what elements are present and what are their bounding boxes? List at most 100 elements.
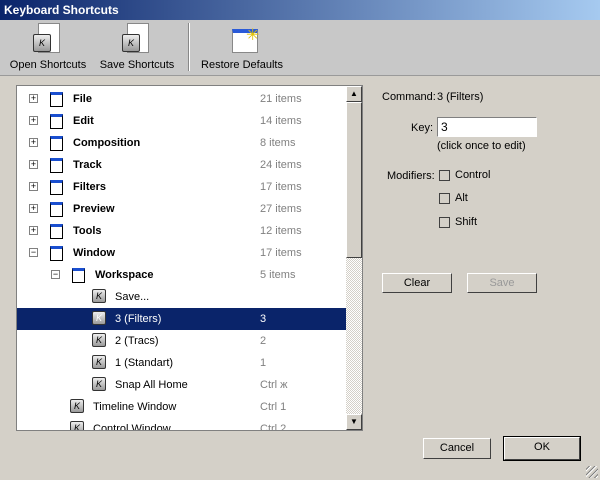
folder-book-icon bbox=[50, 158, 63, 173]
control-label: Control bbox=[455, 169, 491, 181]
tree-row-value: Ctrl ж bbox=[260, 379, 288, 391]
tree-command-row[interactable]: K Control Window Ctrl 2 bbox=[17, 418, 347, 431]
tree-row-label: Edit bbox=[73, 115, 94, 127]
key-icon: K bbox=[92, 377, 106, 391]
tree-row-label: 1 (Standart) bbox=[115, 357, 174, 369]
folder-book-icon bbox=[50, 92, 63, 107]
tree-row-label: 3 (Filters) bbox=[115, 313, 162, 325]
modifiers-label: Modifiers: bbox=[387, 170, 435, 182]
expand-icon[interactable]: + bbox=[29, 226, 38, 235]
key-icon: K bbox=[92, 355, 106, 369]
tree-row-label: Window bbox=[73, 247, 116, 259]
key-icon: K bbox=[92, 333, 106, 347]
restore-icon: ✳ bbox=[226, 23, 259, 57]
folder-book-icon bbox=[50, 114, 63, 129]
key-icon: K bbox=[92, 311, 106, 325]
tree-row-label: Workspace bbox=[95, 269, 154, 281]
shortcut-tree[interactable]: K Control Window Ctrl 2 K Timeline Window Ctr… bbox=[16, 85, 363, 431]
tree-row-label: Preview bbox=[73, 203, 115, 215]
tree-row-value: 24 items bbox=[260, 159, 302, 171]
tree-row-label: Control Window bbox=[93, 423, 171, 431]
tree-row-value: 12 items bbox=[260, 225, 302, 237]
collapse-icon[interactable]: − bbox=[51, 270, 60, 279]
tree-command-row[interactable]: K 2 (Tracs) 2 bbox=[17, 330, 347, 352]
tree-row-label: 2 (Tracs) bbox=[115, 335, 159, 347]
tree-group-row[interactable]: + Filters 17 items bbox=[17, 176, 347, 198]
tree-group-row[interactable]: + Tools 12 items bbox=[17, 220, 347, 242]
tree-row-value: 27 items bbox=[260, 203, 302, 215]
folder-book-icon bbox=[50, 246, 63, 261]
tree-group-row[interactable]: + Composition 8 items bbox=[17, 132, 347, 154]
tree-row-value: 17 items bbox=[260, 181, 302, 193]
tree-row-label: Timeline Window bbox=[93, 401, 177, 413]
tree-command-row[interactable]: K Save... bbox=[17, 286, 347, 308]
collapse-icon[interactable]: − bbox=[29, 248, 38, 257]
open-shortcuts-label: Open Shortcuts bbox=[9, 59, 87, 71]
tree-group-row[interactable]: − Window 17 items bbox=[17, 242, 347, 264]
tree-group-row[interactable]: + Track 24 items bbox=[17, 154, 347, 176]
expand-icon[interactable]: + bbox=[29, 182, 38, 191]
key-icon: K bbox=[70, 399, 84, 413]
tree-row-label: Snap All Home bbox=[115, 379, 188, 391]
cancel-button[interactable]: Cancel bbox=[423, 438, 491, 459]
tree-row-value: 5 items bbox=[260, 269, 296, 281]
key-input[interactable] bbox=[437, 117, 537, 137]
key-label: Key: bbox=[411, 122, 434, 134]
folder-book-icon bbox=[50, 224, 63, 239]
expand-icon[interactable]: + bbox=[29, 94, 38, 103]
folder-book-icon bbox=[72, 268, 85, 283]
document-icon: K bbox=[122, 23, 149, 53]
resize-grip[interactable] bbox=[586, 466, 598, 478]
tree-row-label: Track bbox=[73, 159, 102, 171]
tree-row-value: Ctrl 2 bbox=[260, 423, 287, 431]
clear-button[interactable]: Clear bbox=[382, 273, 452, 293]
tree-row-value: 17 items bbox=[260, 247, 302, 259]
tree-command-row[interactable]: K Timeline Window Ctrl 1 bbox=[17, 396, 347, 418]
tree-row-label: Save... bbox=[115, 291, 150, 303]
save-button[interactable]: Save bbox=[467, 273, 537, 293]
ok-button[interactable]: OK bbox=[503, 436, 581, 461]
open-shortcuts-button[interactable]: K Open Shortcuts bbox=[8, 23, 88, 71]
key-icon: K bbox=[70, 421, 84, 430]
toolbar: K Open Shortcuts K Save Shortcuts ✳ Rest… bbox=[0, 20, 600, 76]
tree-command-row[interactable]: K 3 (Filters) 3 bbox=[17, 308, 347, 330]
tree-row-value: 2 bbox=[260, 335, 267, 347]
expand-icon[interactable]: + bbox=[29, 138, 38, 147]
tree-row-value: 14 items bbox=[260, 115, 302, 127]
save-shortcuts-label: Save Shortcuts bbox=[99, 59, 175, 71]
tree-group-row[interactable]: − Workspace 5 items bbox=[17, 264, 347, 286]
tree-group-row[interactable]: + Preview 27 items bbox=[17, 198, 347, 220]
tree-row-label: Filters bbox=[73, 181, 107, 193]
restore-defaults-button[interactable]: ✳ Restore Defaults bbox=[200, 23, 284, 71]
save-shortcuts-button[interactable]: K Save Shortcuts bbox=[98, 23, 176, 71]
document-icon: K bbox=[33, 23, 60, 53]
tree-row-label: File bbox=[73, 93, 92, 105]
tree-group-row[interactable]: + File 21 items bbox=[17, 88, 347, 110]
alt-label: Alt bbox=[455, 192, 468, 204]
tree-command-row[interactable]: K Snap All Home Ctrl ж bbox=[17, 374, 347, 396]
tree-row-value: 8 items bbox=[260, 137, 296, 149]
expand-icon[interactable]: + bbox=[29, 204, 38, 213]
restore-defaults-label: Restore Defaults bbox=[201, 59, 283, 71]
scroll-down-button[interactable]: ▼ bbox=[346, 414, 362, 430]
alt-checkbox[interactable] bbox=[439, 193, 450, 204]
expand-icon[interactable]: + bbox=[29, 160, 38, 169]
tree-row-label: Composition bbox=[73, 137, 141, 149]
edit-hint: (click once to edit) bbox=[437, 140, 526, 152]
scroll-up-button[interactable]: ▲ bbox=[346, 86, 362, 102]
shift-checkbox[interactable] bbox=[439, 217, 450, 228]
control-checkbox[interactable] bbox=[439, 170, 450, 181]
tree-row-value: Ctrl 1 bbox=[260, 401, 287, 413]
tree-group-row[interactable]: + Edit 14 items bbox=[17, 110, 347, 132]
toolbar-divider bbox=[188, 23, 190, 71]
vertical-scrollbar[interactable]: ▲ ▼ bbox=[346, 86, 362, 430]
tree-command-row[interactable]: K 1 (Standart) 1 bbox=[17, 352, 347, 374]
expand-icon[interactable]: + bbox=[29, 116, 38, 125]
command-label: Command: bbox=[382, 91, 436, 103]
tree-row-value: 1 bbox=[260, 357, 267, 369]
folder-book-icon bbox=[50, 136, 63, 151]
folder-book-icon bbox=[50, 202, 63, 217]
shift-label: Shift bbox=[455, 216, 478, 228]
scroll-thumb[interactable] bbox=[346, 102, 362, 258]
tree-row-value: 3 bbox=[260, 313, 267, 325]
